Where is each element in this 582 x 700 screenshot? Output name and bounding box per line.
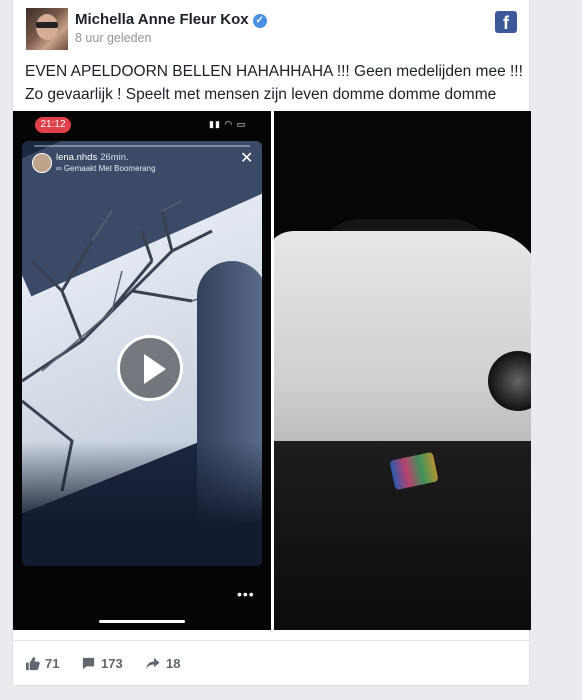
status-bar-time: 21:12 (35, 117, 71, 133)
white-car-body (274, 231, 531, 451)
shares-number: 18 (166, 656, 181, 671)
verified-badge-icon: ✓ (252, 14, 267, 28)
story-progress-bar (34, 145, 250, 147)
story-frame: lena.nhds 26min. ∞ Gemaakt Met Boomerang … (22, 141, 262, 566)
comment-icon (82, 657, 95, 670)
author-name[interactable]: Michella Anne Fleur Kox (75, 11, 249, 28)
play-triangle (144, 354, 166, 384)
post-footer: 71 173 18 (13, 640, 531, 687)
story-screenshot[interactable]: 21:12 ▮▮ ◠ ▭ lena.nhds 26min. ∞ Gemaakt M… (13, 111, 271, 630)
status-bar-icons: ▮▮ ◠ ▭ (209, 119, 247, 129)
story-user-line: lena.nhds 26min. (56, 152, 129, 163)
comments-number: 173 (101, 656, 123, 671)
story-username[interactable]: lena.nhds (56, 152, 97, 163)
post-timestamp[interactable]: 8 uur geleden (75, 31, 151, 45)
author-avatar[interactable] (26, 8, 68, 50)
home-indicator (99, 620, 185, 623)
story-ago: 26min. (100, 152, 129, 163)
close-icon[interactable]: ✕ (240, 151, 253, 167)
likes-count[interactable]: 71 (25, 656, 59, 671)
comments-count[interactable]: 173 (81, 656, 123, 671)
car-photo[interactable] (274, 111, 531, 630)
likes-number: 71 (45, 656, 60, 671)
facebook-post-card: Michella Anne Fleur Kox ✓ 8 uur geleden f… (12, 0, 531, 687)
bottom-shadow (22, 441, 262, 566)
more-dots-icon[interactable]: ••• (237, 586, 255, 602)
story-user-avatar[interactable] (32, 153, 52, 173)
post-author[interactable]: Michella Anne Fleur Kox ✓ (75, 11, 267, 28)
facebook-logo-icon[interactable]: f (495, 11, 517, 33)
shares-count[interactable]: 18 (145, 656, 180, 671)
post-media[interactable]: 21:12 ▮▮ ◠ ▭ lena.nhds 26min. ∞ Gemaakt M… (13, 111, 531, 630)
like-icon (25, 656, 40, 671)
share-icon (146, 657, 160, 670)
story-subtitle: ∞ Gemaakt Met Boomerang (56, 164, 156, 173)
play-icon[interactable] (117, 335, 183, 401)
avatar-glasses (36, 22, 58, 28)
